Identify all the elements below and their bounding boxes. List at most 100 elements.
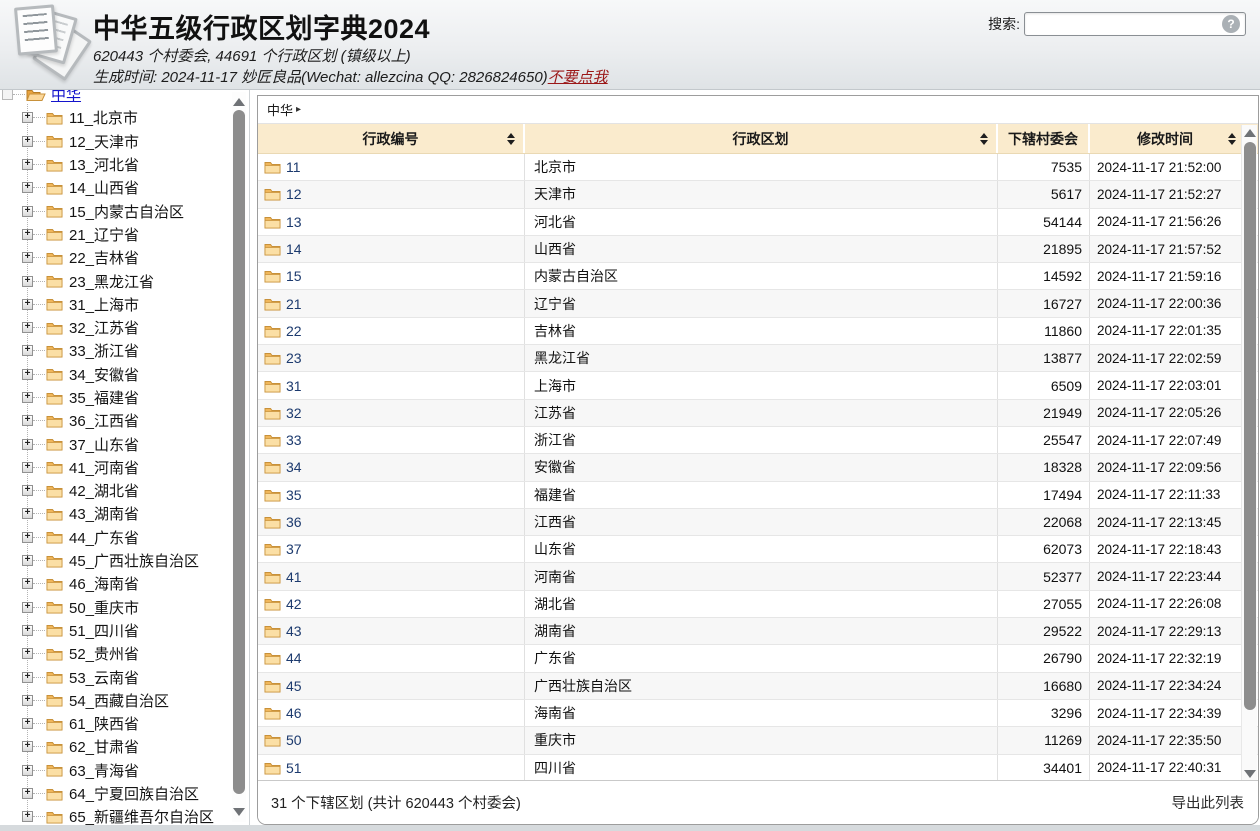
expand-plus-icon[interactable]: +: [22, 369, 33, 380]
tree-item[interactable]: + 31_上海市: [0, 293, 232, 316]
expand-plus-icon[interactable]: +: [22, 462, 33, 473]
tree-item[interactable]: + 45_广西壮族自治区: [0, 549, 232, 572]
export-list-link[interactable]: 导出此列表: [1172, 792, 1245, 813]
tree-item[interactable]: + 21_辽宁省: [0, 223, 232, 246]
table-row[interactable]: 50 重庆市 11269 2024-11-17 22:35:50: [258, 727, 1258, 754]
expand-plus-icon[interactable]: +: [22, 625, 33, 636]
tree-item[interactable]: + 41_河南省: [0, 456, 232, 479]
warning-link[interactable]: 不要点我: [548, 69, 608, 86]
collapse-icon[interactable]: [2, 90, 13, 100]
expand-plus-icon[interactable]: +: [22, 392, 33, 403]
expand-plus-icon[interactable]: +: [22, 672, 33, 683]
column-header-modified[interactable]: 修改时间: [1090, 124, 1240, 153]
sidebar-scrollbar[interactable]: [232, 92, 246, 822]
expand-plus-icon[interactable]: +: [22, 578, 33, 589]
tree-item[interactable]: + 50_重庆市: [0, 596, 232, 619]
expand-plus-icon[interactable]: +: [22, 788, 33, 799]
table-row[interactable]: 36 江西省 22068 2024-11-17 22:13:45: [258, 509, 1258, 536]
tree-item[interactable]: + 15_内蒙古自治区: [0, 199, 232, 222]
column-header-villages[interactable]: 下辖村委会: [998, 124, 1090, 153]
expand-plus-icon[interactable]: +: [22, 508, 33, 519]
expand-plus-icon[interactable]: +: [22, 206, 33, 217]
tree-item[interactable]: + 32_江苏省: [0, 316, 232, 339]
expand-plus-icon[interactable]: +: [22, 136, 33, 147]
table-row[interactable]: 46 海南省 3296 2024-11-17 22:34:39: [258, 700, 1258, 727]
tree-item[interactable]: + 22_吉林省: [0, 246, 232, 269]
expand-plus-icon[interactable]: +: [22, 229, 33, 240]
tree-item[interactable]: + 34_安徽省: [0, 363, 232, 386]
expand-plus-icon[interactable]: +: [22, 741, 33, 752]
tree-item[interactable]: + 43_湖南省: [0, 502, 232, 525]
table-row[interactable]: 22 吉林省 11860 2024-11-17 22:01:35: [258, 318, 1258, 345]
tree-item[interactable]: + 52_贵州省: [0, 642, 232, 665]
expand-plus-icon[interactable]: +: [22, 112, 33, 123]
table-row[interactable]: 45 广西壮族自治区 16680 2024-11-17 22:34:24: [258, 673, 1258, 700]
table-row[interactable]: 41 河南省 52377 2024-11-17 22:23:44: [258, 563, 1258, 590]
table-row[interactable]: 14 山西省 21895 2024-11-17 21:57:52: [258, 236, 1258, 263]
table-row[interactable]: 23 黑龙江省 13877 2024-11-17 22:02:59: [258, 345, 1258, 372]
expand-plus-icon[interactable]: +: [22, 648, 33, 659]
table-row[interactable]: 21 辽宁省 16727 2024-11-17 22:00:36: [258, 290, 1258, 317]
tree-item[interactable]: + 23_黑龙江省: [0, 269, 232, 292]
scroll-up-icon[interactable]: [233, 96, 245, 108]
expand-plus-icon[interactable]: +: [22, 555, 33, 566]
tree-item[interactable]: + 35_福建省: [0, 386, 232, 409]
tree-item[interactable]: + 36_江西省: [0, 409, 232, 432]
tree-item[interactable]: + 61_陕西省: [0, 712, 232, 735]
expand-plus-icon[interactable]: +: [22, 765, 33, 776]
tree-item[interactable]: + 11_北京市: [0, 106, 232, 129]
expand-plus-icon[interactable]: +: [22, 182, 33, 193]
sidebar-scrollbar-thumb[interactable]: [233, 110, 245, 794]
table-row[interactable]: 33 浙江省 25547 2024-11-17 22:07:49: [258, 427, 1258, 454]
tree-item[interactable]: + 63_青海省: [0, 759, 232, 782]
tree-item[interactable]: + 13_河北省: [0, 153, 232, 176]
expand-plus-icon[interactable]: +: [22, 718, 33, 729]
tree-item[interactable]: + 54_西藏自治区: [0, 689, 232, 712]
table-row[interactable]: 42 湖北省 27055 2024-11-17 22:26:08: [258, 591, 1258, 618]
tree-item[interactable]: + 14_山西省: [0, 176, 232, 199]
expand-plus-icon[interactable]: +: [22, 602, 33, 613]
table-row[interactable]: 43 湖南省 29522 2024-11-17 22:29:13: [258, 618, 1258, 645]
expand-plus-icon[interactable]: +: [22, 532, 33, 543]
scroll-up-icon[interactable]: [1244, 127, 1256, 139]
tree-item[interactable]: + 33_浙江省: [0, 339, 232, 362]
tree-root-zhonghua[interactable]: 中华: [0, 90, 232, 106]
tree-item[interactable]: + 53_云南省: [0, 665, 232, 688]
expand-plus-icon[interactable]: +: [22, 439, 33, 450]
tree-item[interactable]: + 62_甘肃省: [0, 735, 232, 758]
expand-plus-icon[interactable]: +: [22, 299, 33, 310]
tree-item[interactable]: + 65_新疆维吾尔自治区: [0, 805, 232, 825]
expand-plus-icon[interactable]: +: [22, 811, 33, 822]
table-row[interactable]: 32 江苏省 21949 2024-11-17 22:05:26: [258, 400, 1258, 427]
tree-item[interactable]: + 42_湖北省: [0, 479, 232, 502]
table-row[interactable]: 11 北京市 7535 2024-11-17 21:52:00: [258, 154, 1258, 181]
tree-item[interactable]: + 37_山东省: [0, 432, 232, 455]
table-row[interactable]: 15 内蒙古自治区 14592 2024-11-17 21:59:16: [258, 263, 1258, 290]
table-row[interactable]: 51 四川省 34401 2024-11-17 22:40:31: [258, 755, 1258, 782]
table-row[interactable]: 37 山东省 62073 2024-11-17 22:18:43: [258, 536, 1258, 563]
expand-plus-icon[interactable]: +: [22, 159, 33, 170]
breadcrumb-root[interactable]: 中华: [267, 100, 293, 119]
table-row[interactable]: 34 安徽省 18328 2024-11-17 22:09:56: [258, 454, 1258, 481]
table-row[interactable]: 12 天津市 5617 2024-11-17 21:52:27: [258, 181, 1258, 208]
table-row[interactable]: 31 上海市 6509 2024-11-17 22:03:01: [258, 372, 1258, 399]
tree-item[interactable]: + 46_海南省: [0, 572, 232, 595]
scroll-down-icon[interactable]: [233, 806, 245, 818]
tree-item[interactable]: + 44_广东省: [0, 526, 232, 549]
expand-plus-icon[interactable]: +: [22, 415, 33, 426]
table-row[interactable]: 35 福建省 17494 2024-11-17 22:11:33: [258, 482, 1258, 509]
column-header-code[interactable]: 行政编号: [258, 124, 525, 153]
table-row[interactable]: 44 广东省 26790 2024-11-17 22:32:19: [258, 645, 1258, 672]
table-row[interactable]: 13 河北省 54144 2024-11-17 21:56:26: [258, 209, 1258, 236]
expand-plus-icon[interactable]: +: [22, 345, 33, 356]
scroll-down-icon[interactable]: [1244, 768, 1256, 780]
table-scrollbar[interactable]: [1241, 125, 1257, 782]
help-icon[interactable]: ?: [1222, 15, 1240, 33]
expand-plus-icon[interactable]: +: [22, 276, 33, 287]
expand-plus-icon[interactable]: +: [22, 252, 33, 263]
tree-item[interactable]: + 12_天津市: [0, 130, 232, 153]
expand-plus-icon[interactable]: +: [22, 695, 33, 706]
expand-plus-icon[interactable]: +: [22, 485, 33, 496]
tree-item[interactable]: + 51_四川省: [0, 619, 232, 642]
column-header-division[interactable]: 行政区划: [525, 124, 998, 153]
